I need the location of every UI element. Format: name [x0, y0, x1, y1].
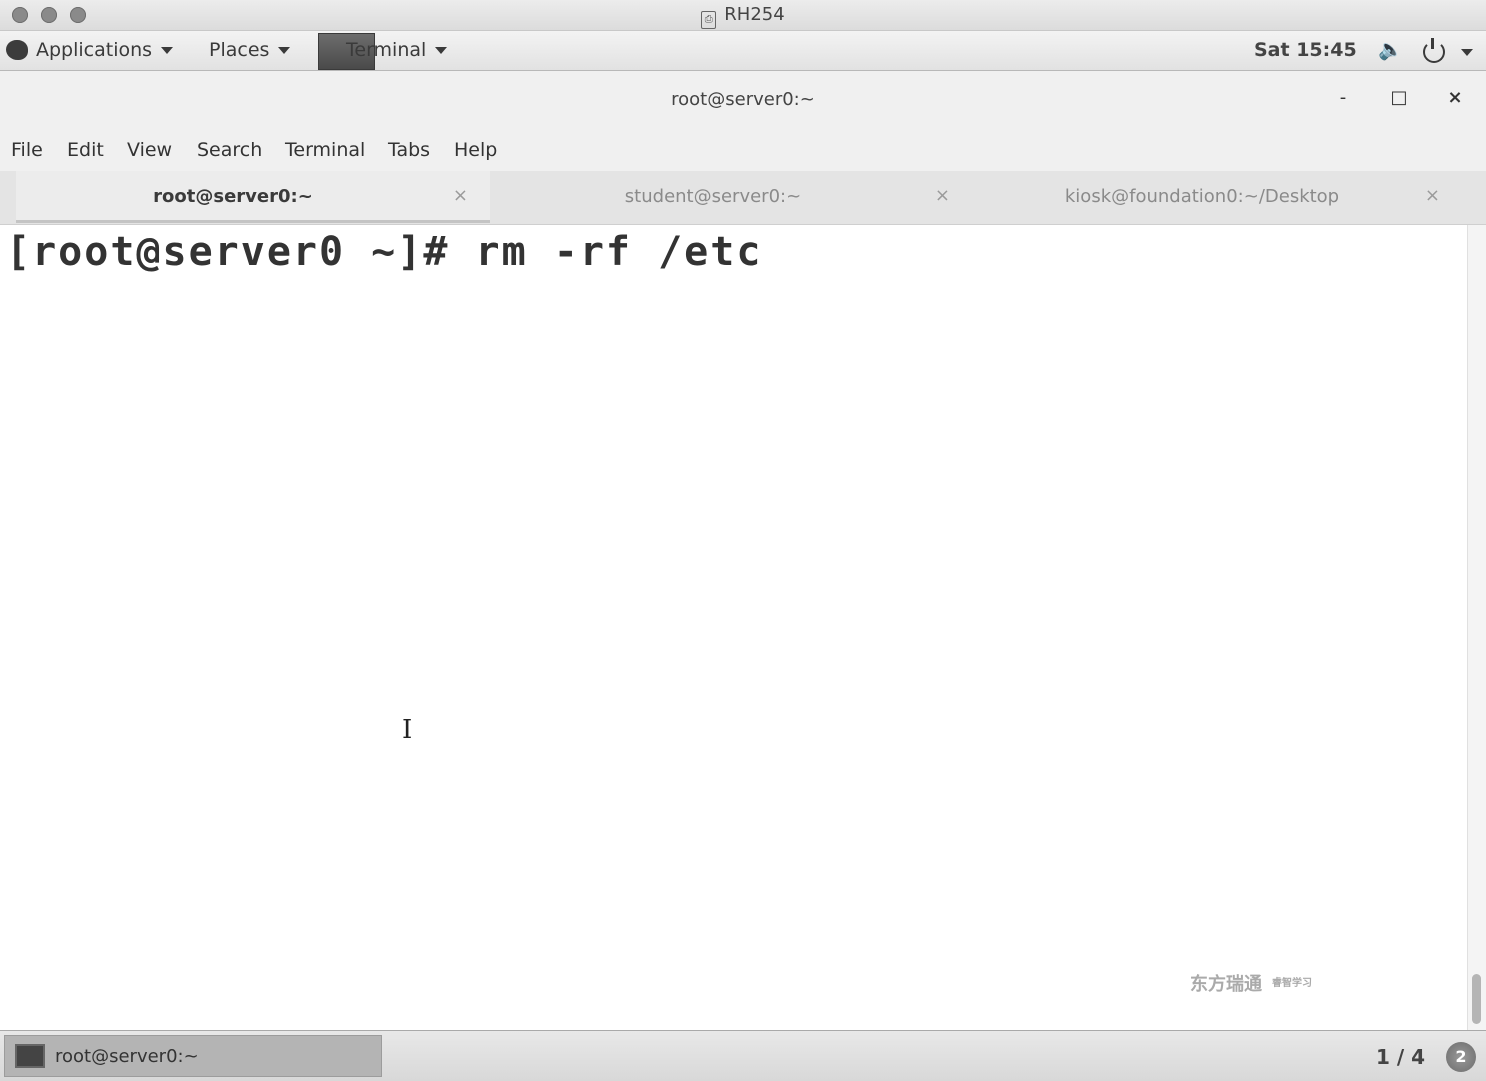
tab-close-icon[interactable]: × — [1425, 185, 1440, 206]
terminal-window-titlebar: root@server0:~ - □ × — [0, 71, 1486, 127]
shell-prompt: [root@server0 ~]# — [6, 229, 450, 275]
chevron-down-icon — [278, 46, 291, 54]
vm-titlebar: ⎙ RH254 — [0, 0, 1486, 31]
tab-label: student@server0:~ — [624, 186, 802, 207]
tab-kiosk[interactable]: kiosk@foundation0:~/Desktop × — [982, 171, 1462, 223]
power-menu[interactable] — [1423, 38, 1473, 63]
notification-count-badge[interactable]: 2 — [1446, 1042, 1476, 1072]
scrollbar-thumb[interactable] — [1472, 974, 1481, 1024]
vm-title-text: RH254 — [724, 4, 785, 25]
tab-student[interactable]: student@server0:~ × — [494, 171, 972, 223]
watermark-subtext: 睿智学习 — [1272, 978, 1312, 989]
close-button[interactable]: × — [1444, 87, 1466, 108]
applications-label: Applications — [36, 39, 153, 61]
taskbar-window-button[interactable]: root@server0:~ — [4, 1035, 382, 1077]
taskbar-window-label: root@server0:~ — [55, 1046, 199, 1067]
tab-close-icon[interactable]: × — [935, 185, 950, 206]
tab-label: kiosk@foundation0:~/Desktop — [1064, 186, 1340, 207]
gnome-foot-icon — [6, 40, 28, 60]
menu-edit[interactable]: Edit — [67, 139, 104, 161]
menu-view[interactable]: View — [127, 139, 172, 161]
menu-file[interactable]: File — [11, 139, 43, 161]
window-list-bar: root@server0:~ 1 / 4 2 — [0, 1030, 1486, 1081]
chevron-down-icon — [1461, 48, 1473, 56]
places-label: Places — [209, 39, 270, 61]
text-cursor-icon: I — [402, 715, 413, 745]
chevron-down-icon — [435, 46, 448, 54]
typed-command: rm -rf /etc — [475, 229, 763, 275]
menu-help[interactable]: Help — [454, 139, 497, 161]
command-line: [root@server0 ~]# rm -rf /etc — [6, 229, 762, 275]
volume-icon: 🔈 — [1378, 37, 1403, 61]
system-status[interactable]: 🔈 — [1378, 37, 1403, 61]
minimize-button[interactable]: - — [1332, 87, 1354, 108]
menu-tabs[interactable]: Tabs — [388, 139, 430, 161]
watermark-text: 东方瑞通 — [1190, 974, 1262, 995]
terminal-output[interactable]: [root@server0 ~]# rm -rf /etc — [0, 225, 1467, 1030]
menu-terminal[interactable]: Terminal — [285, 139, 365, 161]
tab-close-icon[interactable]: × — [453, 185, 468, 206]
vertical-scrollbar[interactable] — [1467, 225, 1486, 1030]
document-icon: ⎙ — [701, 11, 717, 29]
vm-title: ⎙ RH254 — [0, 4, 1486, 29]
power-icon — [1423, 38, 1445, 63]
maximize-button[interactable]: □ — [1388, 87, 1410, 108]
workspace-indicator[interactable]: 1 / 4 — [1376, 1045, 1425, 1069]
menu-search[interactable]: Search — [197, 139, 262, 161]
watermark-logo: 东方瑞通 睿智学习 — [1190, 970, 1312, 996]
tab-bar: root@server0:~ × student@server0:~ × kio… — [0, 171, 1486, 225]
chevron-down-icon — [161, 46, 174, 54]
places-menu[interactable]: Places — [209, 39, 291, 61]
menubar: File Edit View Search Terminal Tabs Help — [0, 127, 1486, 171]
clock-text: Sat 15:45 — [1254, 39, 1357, 61]
terminal-app-label: Terminal — [346, 39, 427, 61]
terminal-icon — [15, 1044, 45, 1068]
clock[interactable]: Sat 15:45 — [1254, 39, 1357, 61]
terminal-app-menu[interactable]: Terminal — [316, 31, 458, 70]
gnome-top-bar: Applications Places Terminal Sat 15:45 🔈 — [0, 31, 1486, 71]
tab-label: root@server0:~ — [153, 186, 313, 207]
window-title: root@server0:~ — [671, 89, 815, 110]
applications-menu[interactable]: Applications — [0, 39, 174, 61]
tab-root[interactable]: root@server0:~ × — [16, 171, 490, 223]
